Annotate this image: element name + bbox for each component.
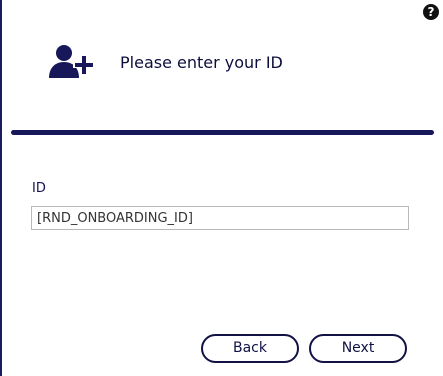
id-field-label: ID bbox=[32, 181, 46, 196]
window-left-border bbox=[0, 0, 2, 376]
add-user-icon bbox=[49, 44, 95, 80]
header-divider bbox=[11, 130, 434, 135]
next-button[interactable]: Next bbox=[309, 334, 407, 363]
page-title: Please enter your ID bbox=[120, 53, 283, 72]
back-button[interactable]: Back bbox=[201, 334, 299, 363]
id-field[interactable] bbox=[31, 206, 409, 230]
help-icon[interactable]: ? bbox=[423, 4, 439, 20]
